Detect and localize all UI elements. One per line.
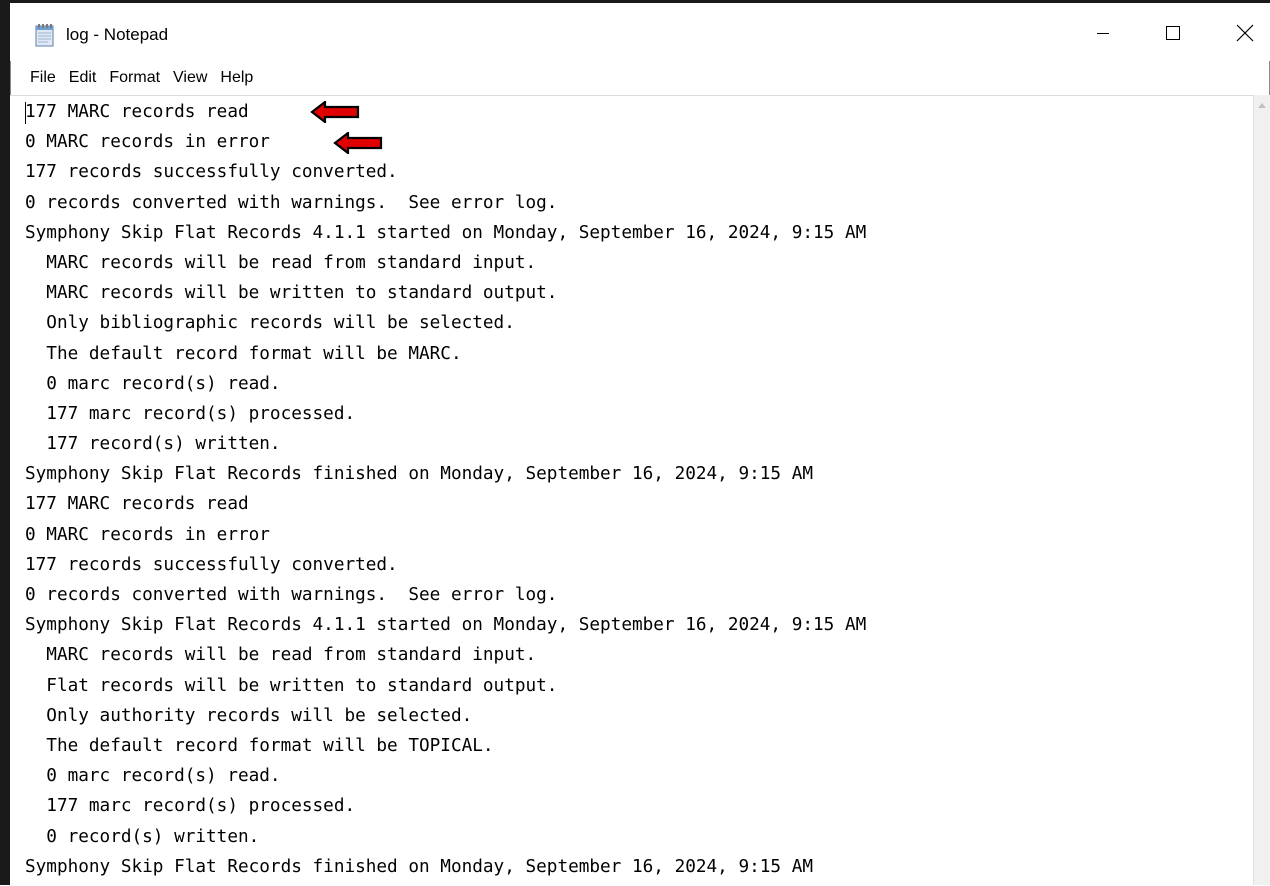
- text-line: MARC records will be read from standard …: [25, 645, 537, 666]
- text-editor[interactable]: 177 MARC records read 0 MARC records in …: [10, 95, 1253, 886]
- text-line: 177 MARC records read: [25, 102, 249, 122]
- text-line: Only bibliographic records will be selec…: [25, 313, 515, 334]
- text-line: 0 records converted with warnings. See e…: [25, 585, 558, 605]
- text-line: 0 records converted with warnings. See e…: [25, 192, 558, 213]
- text-line: 177 record(s) written.: [25, 434, 281, 455]
- vertical-scrollbar[interactable]: [1253, 95, 1270, 885]
- window-title: log - Notepad: [66, 25, 169, 44]
- menu-edit[interactable]: Edit: [63, 61, 103, 95]
- text-line: The default record format will be TOPICA…: [25, 735, 494, 756]
- notepad-icon: [34, 23, 56, 47]
- text-line: Flat records will be written to standard…: [25, 675, 558, 696]
- menu-help[interactable]: Help: [214, 61, 259, 95]
- text-line: The default record format will be MARC.: [25, 343, 462, 364]
- text-line: 0 MARC records in error: [25, 524, 270, 545]
- menu-view[interactable]: View: [167, 61, 213, 95]
- maximize-button[interactable]: [1150, 15, 1196, 55]
- text-caret: [25, 102, 26, 124]
- close-button[interactable]: [1222, 15, 1268, 55]
- text-line: MARC records will be read from standard …: [25, 252, 537, 273]
- title-bar[interactable]: log - Notepad: [10, 3, 1270, 61]
- text-line: MARC records will be written to standard…: [25, 283, 558, 304]
- text-line: 177 MARC records read: [25, 494, 249, 515]
- text-line: 0 marc record(s) read.: [25, 766, 281, 787]
- left-arrow-icon: [310, 99, 360, 125]
- text-line: 177 records successfully converted.: [25, 554, 398, 575]
- text-line: 0 MARC records in error: [25, 132, 270, 153]
- text-line: 177 marc record(s) processed.: [25, 796, 356, 817]
- close-icon: [1236, 24, 1254, 47]
- menu-file[interactable]: File: [24, 61, 62, 95]
- minimize-icon: [1096, 26, 1110, 45]
- minimize-button[interactable]: [1080, 15, 1126, 55]
- text-line: Symphony Skip Flat Records finished on M…: [25, 464, 814, 485]
- text-line: 0 marc record(s) read.: [25, 373, 281, 394]
- text-line: Symphony Skip Flat Records 4.1.1 started…: [25, 222, 867, 243]
- text-line: 177 records successfully converted.: [25, 162, 398, 183]
- text-line: 0 record(s) written.: [25, 826, 260, 847]
- editor-lines: 177 MARC records read 0 MARC records in …: [25, 97, 866, 882]
- text-line: Only authority records will be selected.: [25, 705, 473, 726]
- menu-format[interactable]: Format: [103, 61, 166, 95]
- left-arrow-icon: [333, 130, 383, 156]
- maximize-icon: [1165, 25, 1181, 46]
- text-line: Symphony Skip Flat Records 4.1.1 started…: [25, 615, 867, 636]
- text-line: Symphony Skip Flat Records finished on M…: [25, 856, 814, 877]
- text-line: 177 marc record(s) processed.: [25, 403, 356, 424]
- menu-bar: File Edit Format View Help: [10, 61, 1270, 95]
- notepad-window: log - Notepad File Edit Format View Help: [0, 0, 1270, 886]
- scroll-up-icon[interactable]: [1258, 103, 1266, 108]
